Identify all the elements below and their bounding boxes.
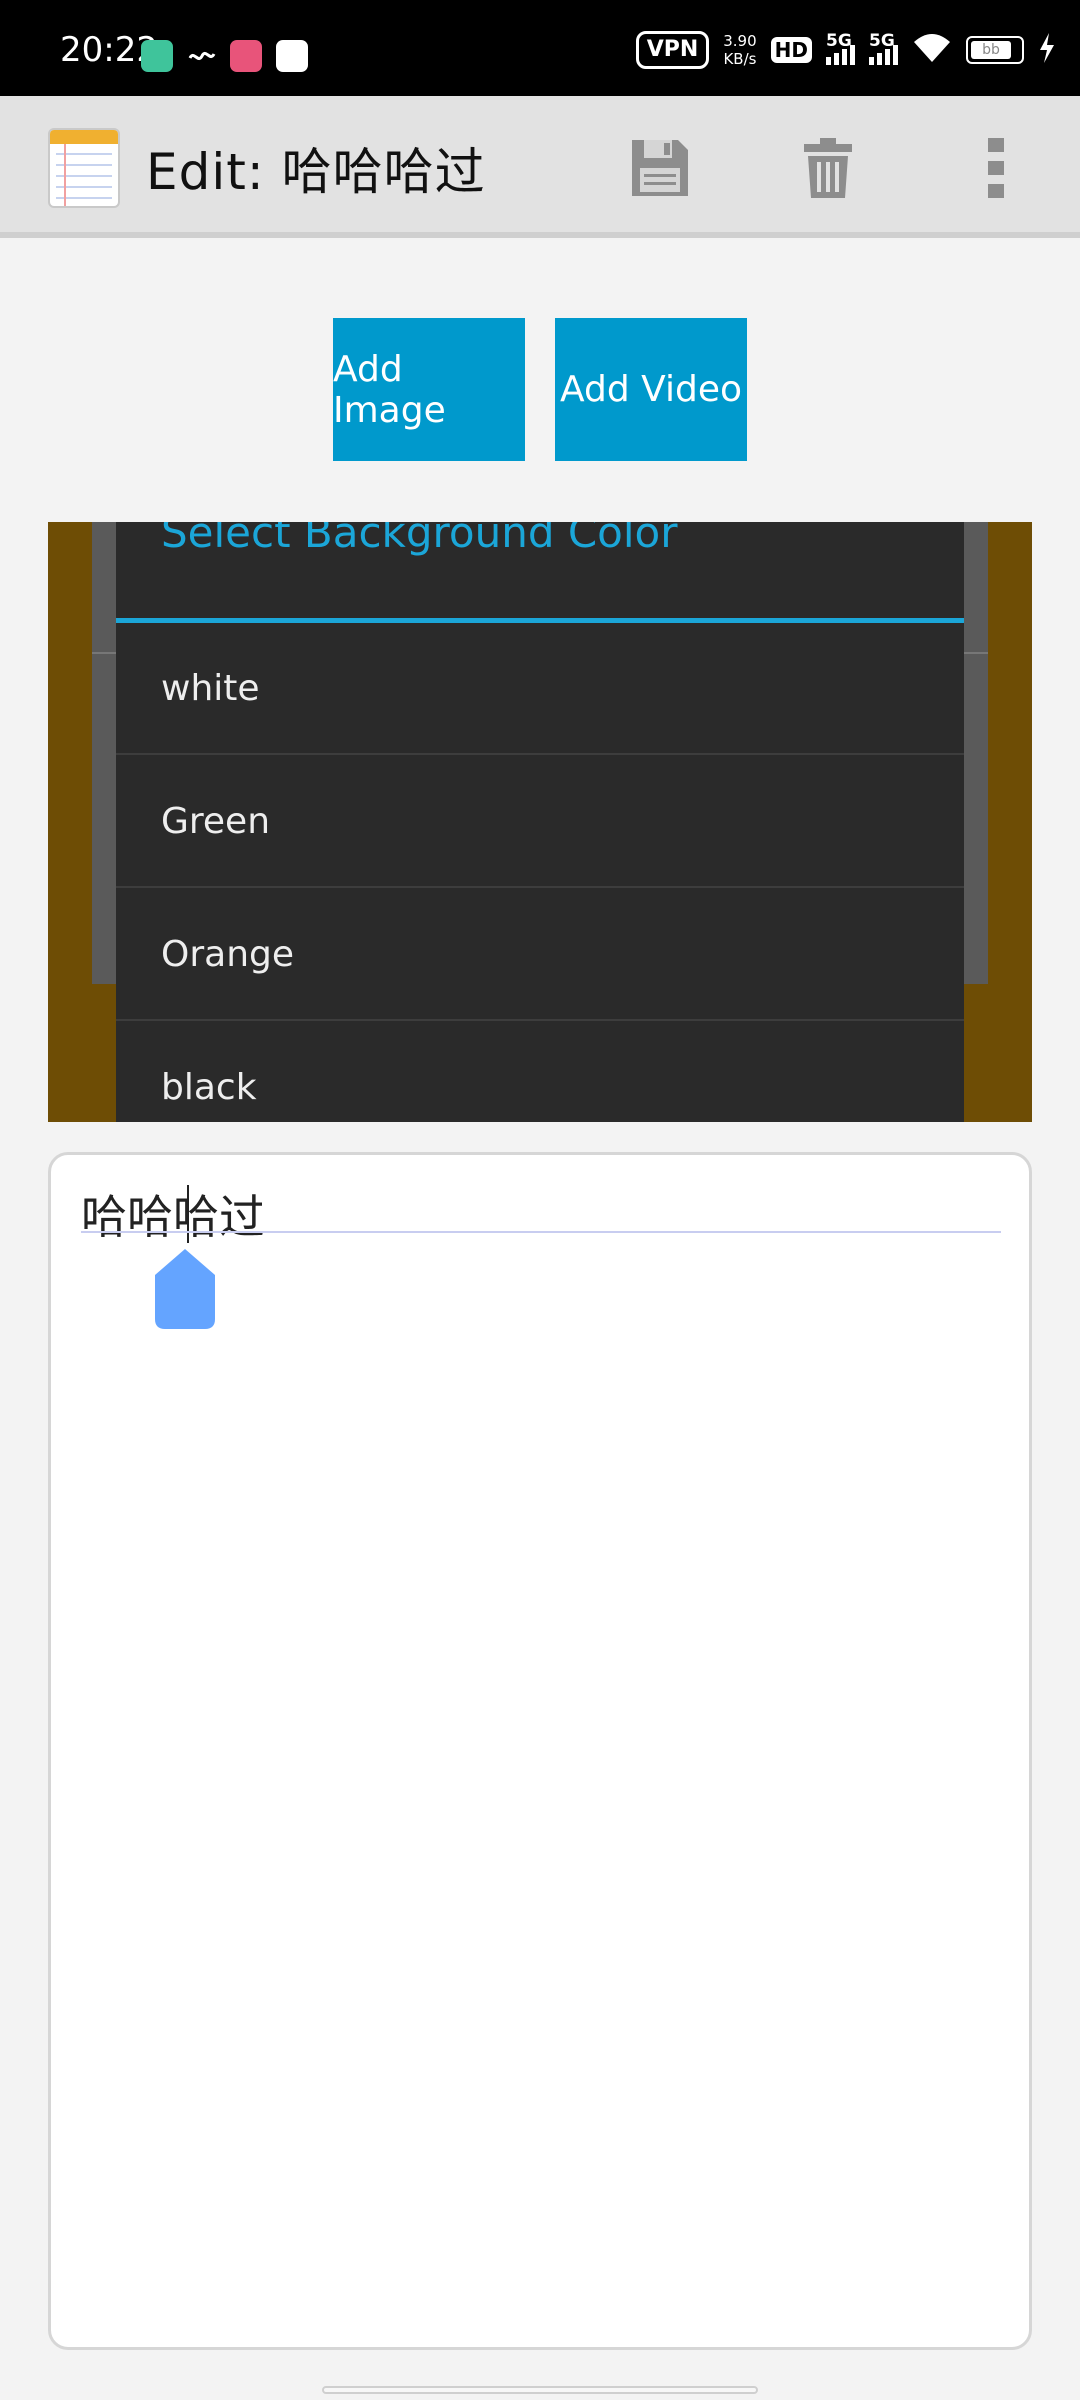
hd-voice-icon: HD <box>770 37 812 63</box>
add-video-button[interactable]: Add Video <box>555 318 747 461</box>
dialog-backdrop: Select Background Color white Green Oran… <box>48 522 1032 1122</box>
trash-icon <box>804 138 852 198</box>
save-button[interactable] <box>620 128 700 208</box>
save-icon <box>632 140 688 196</box>
note-text[interactable]: 哈哈哈过 <box>81 1181 265 1247</box>
color-option-green[interactable]: Green <box>116 756 964 888</box>
vpn-badge: VPN <box>635 31 710 69</box>
charging-icon <box>1038 33 1056 67</box>
network-speed: 3.90 KB/s <box>723 32 757 68</box>
signal-icon: 5G <box>826 31 855 65</box>
page-title: Edit: 哈哈哈过 <box>146 143 486 201</box>
note-editor[interactable]: 哈哈哈过 <box>48 1152 1032 2350</box>
status-bar: 20:22 VPN 3.90 KB/s HD 5G 5G bb <box>0 0 1080 96</box>
status-indicators: VPN 3.90 KB/s HD 5G 5G bb <box>635 28 1056 72</box>
battery-icon: bb <box>966 36 1024 64</box>
wifi-icon <box>912 32 952 68</box>
note-ruled-line <box>81 1231 1001 1233</box>
cursor-handle-icon[interactable] <box>155 1249 215 1329</box>
signal-icon-2: 5G <box>869 31 898 65</box>
dialog-title: Select Background Color <box>161 522 678 557</box>
notepad-app-icon[interactable] <box>48 128 120 208</box>
notification-app-icon <box>141 40 173 72</box>
text-cursor <box>187 1185 189 1243</box>
color-option-orange[interactable]: Orange <box>116 889 964 1021</box>
background-color-dialog: Select Background Color white Green Oran… <box>116 522 964 1122</box>
delete-button[interactable] <box>788 128 868 208</box>
notification-activity-icon <box>276 40 308 72</box>
action-bar: Edit: 哈哈哈过 <box>0 96 1080 238</box>
add-image-button[interactable]: Add Image <box>333 318 525 461</box>
color-option-black[interactable]: black <box>116 1022 964 1122</box>
notification-link-icon <box>186 40 218 72</box>
notification-bilibili-icon <box>230 40 262 72</box>
color-option-white[interactable]: white <box>116 623 964 755</box>
more-vert-icon <box>988 138 1004 198</box>
overflow-menu-button[interactable] <box>956 128 1036 208</box>
home-indicator[interactable] <box>322 2386 758 2394</box>
